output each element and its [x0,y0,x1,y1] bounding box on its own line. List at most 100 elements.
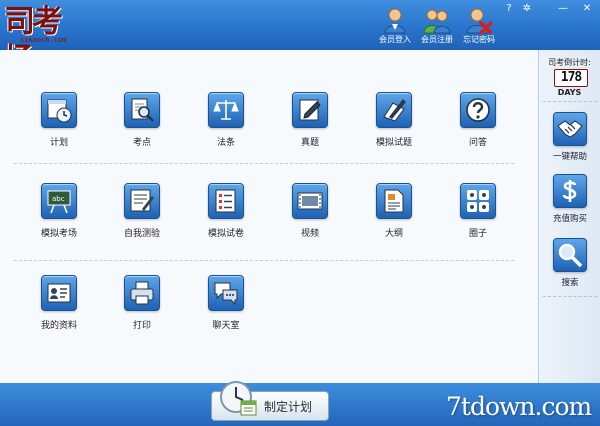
outline-document-icon [384,189,404,213]
group-icon [467,190,489,212]
plan-tile [41,92,77,128]
mock-exam-room-item[interactable]: abc 模拟考场 [24,183,94,245]
law-articles-tile [208,92,244,128]
video-item[interactable]: 视频 [275,183,345,245]
recharge-purchase-button[interactable]: 充值购买 [547,174,593,224]
film-icon [297,192,323,210]
plan-item[interactable]: 计划 [24,92,94,154]
row-divider-2 [14,260,514,261]
app-logo: 司考场 sikaoch.com [4,3,84,78]
edit-icon [299,99,321,121]
member-register-label: 会员注册 [421,35,453,44]
checklist-icon [215,189,236,213]
law-articles-item[interactable]: 法条 [191,92,261,154]
countdown-unit: DAYS [557,88,582,97]
watermark-text: 7tdown.com [446,392,592,421]
header-bar: 司考场 sikaoch.com 会员登入 会员注册 [0,0,600,78]
outline-tile [376,183,412,219]
real-exams-tile [292,92,328,128]
chat-room-label: 聊天室 [212,321,240,331]
one-click-help-button[interactable]: 一键帮助 [547,112,593,162]
self-test-item[interactable]: 自我测验 [107,183,177,245]
settings-button[interactable]: ✲ [518,2,536,16]
my-profile-item[interactable]: 我的资料 [24,275,94,337]
chat-bubbles-icon [214,282,238,306]
exam-points-item[interactable]: 考点 [107,92,177,154]
recharge-tile [553,174,587,208]
profile-card-icon [47,283,71,303]
print-label: 打印 [132,321,151,331]
real-exams-label: 真题 [300,138,319,148]
countdown-value: 178 [554,69,588,87]
member-login-button[interactable]: 会员登入 [372,8,418,48]
pen-paper-icon [383,99,406,122]
outline-item[interactable]: 大纲 [359,183,429,245]
member-register-icon [423,9,451,34]
help-button[interactable]: ? [500,2,518,16]
search-button[interactable]: 搜索 [547,238,593,288]
handshake-icon [557,120,583,138]
forgot-password-button[interactable]: 忘记密码 [456,8,502,48]
mock-papers-item[interactable]: 模拟试卷 [191,183,261,245]
question-icon [466,98,490,122]
qa-tile [460,92,496,128]
circle-tile [460,183,496,219]
exam-points-tile [124,92,160,128]
video-label: 视频 [300,229,319,239]
mock-questions-item[interactable]: 模拟试题 [359,92,429,154]
calendar-icon [47,99,72,123]
row-divider-1 [14,163,514,164]
circle-item[interactable]: 圈子 [443,183,513,245]
member-register-button[interactable]: 会员注册 [414,8,460,48]
recharge-purchase-label: 充值购买 [552,214,587,224]
my-profile-tile [41,275,77,311]
sidebar-divider-1 [543,101,597,102]
right-sidebar: 司考倒计时: 178 DAYS 一键帮助 充值购买 搜索 [539,50,600,383]
mock-questions-label: 模拟试题 [375,138,412,148]
make-plan-label: 制定计划 [264,400,313,414]
scales-icon [213,100,239,120]
chat-room-tile [208,275,244,311]
plan-label: 计划 [49,138,68,148]
my-profile-label: 我的资料 [40,321,77,331]
mock-exam-room-label: 模拟考场 [40,229,77,239]
test-paper-icon [130,189,154,212]
dollar-icon [562,180,577,202]
qa-item[interactable]: 问答 [443,92,513,154]
mock-questions-tile [376,92,412,128]
app-window: 司考场 sikaoch.com 会员登入 会员注册 [0,0,600,426]
chat-room-item[interactable]: 聊天室 [191,275,261,337]
forgot-password-label: 忘记密码 [463,35,495,44]
mock-papers-tile [208,183,244,219]
search-tile [553,238,587,272]
video-tile [292,183,328,219]
qa-label: 问答 [468,138,487,148]
search-icon [558,243,583,268]
self-test-label: 自我测验 [123,229,160,239]
minimize-button[interactable]: — [554,2,572,16]
search-label: 搜索 [561,278,579,288]
print-tile [124,275,160,311]
logo-subtext: sikaoch.com [20,36,67,44]
blackboard-icon: abc [47,190,71,214]
countdown-title: 司考倒计时: [548,58,591,67]
self-test-tile [124,183,160,219]
exam-points-label: 考点 [132,138,151,148]
law-articles-label: 法条 [216,138,235,148]
close-button[interactable]: ✕ [578,2,596,16]
document-search-icon [131,98,154,122]
main-content: 计划 考点 法条 真题 模拟试题 问答 abc 模拟考场 自我测验 模拟试卷 视… [0,50,539,383]
forgot-password-icon [466,8,492,34]
one-click-help-label: 一键帮助 [552,152,587,162]
print-item[interactable]: 打印 [107,275,177,337]
clock-calendar-icon [220,381,257,416]
member-login-label: 会员登入 [379,35,411,44]
mock-papers-label: 模拟试卷 [207,229,244,239]
outline-label: 大纲 [384,229,403,239]
real-exams-item[interactable]: 真题 [275,92,345,154]
circle-label: 圈子 [468,229,487,239]
help-tile [553,112,587,146]
svg-text:abc: abc [52,195,65,203]
sidebar-divider-2 [543,296,597,297]
mock-exam-room-tile: abc [41,183,77,219]
